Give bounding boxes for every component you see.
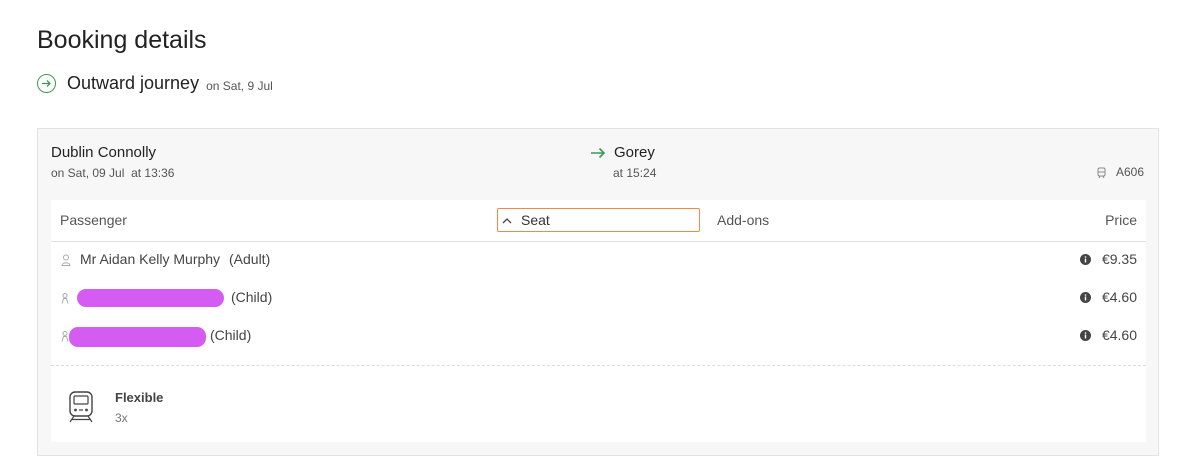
table-header: Passenger Seat Add-ons Price <box>51 200 1146 242</box>
page-title: Booking details <box>37 26 207 54</box>
info-icon[interactable] <box>1080 252 1091 270</box>
info-icon[interactable] <box>1080 290 1091 308</box>
passenger-name: Mr Aidan Kelly Murphy <box>80 251 221 267</box>
origin-time: at 13:36 <box>131 166 175 180</box>
destination-time: at 15:24 <box>613 166 657 180</box>
passenger-price: €4.60 <box>1101 289 1137 305</box>
section-divider <box>51 365 1146 366</box>
fare-name: Flexible <box>115 390 164 405</box>
passenger-price: €9.35 <box>1101 251 1137 267</box>
fare-quantity: 3x <box>115 411 128 425</box>
passenger-row: Mr Aidan Kelly Murphy (Adult) €9.35 <box>51 241 1146 279</box>
arrow-circle-icon <box>37 74 56 93</box>
passenger-header: Passenger <box>60 212 127 228</box>
passenger-type: (Child) <box>231 289 273 305</box>
info-icon[interactable] <box>1080 328 1091 346</box>
passenger-type: (Adult) <box>229 251 271 267</box>
passenger-table: Passenger Seat Add-ons Price Mr Aidan Ke… <box>51 200 1146 442</box>
arrow-right-icon <box>590 146 606 164</box>
redacted-name <box>69 327 206 347</box>
origin-station: Dublin Connolly <box>51 144 157 161</box>
journey-header: Outward journey on Sat, 9 Jul <box>37 73 273 94</box>
origin-datetime: on Sat, 09 Jul at 13:36 <box>51 166 174 180</box>
chevron-up-icon <box>502 217 512 224</box>
child-person-icon <box>61 291 69 309</box>
price-header: Price <box>1105 212 1137 228</box>
seat-toggle-button[interactable]: Seat <box>497 208 700 232</box>
child-person-icon <box>61 329 69 347</box>
seat-header: Seat <box>521 212 550 228</box>
journey-title: Outward journey <box>67 73 200 93</box>
train-number: A606 <box>1116 165 1145 179</box>
passenger-price: €4.60 <box>1101 327 1137 343</box>
train-front-icon <box>67 390 95 429</box>
origin-date: on Sat, 09 Jul <box>51 166 125 180</box>
train-icon <box>1097 166 1106 184</box>
redacted-name <box>77 289 224 307</box>
passenger-type: (Child) <box>210 327 252 343</box>
passenger-row: (Child) €4.60 <box>51 279 1146 317</box>
adult-person-icon <box>61 253 71 271</box>
addons-header: Add-ons <box>717 212 770 228</box>
journey-date: on Sat, 9 Jul <box>206 78 273 93</box>
passenger-row: (Child) €4.60 <box>51 317 1146 355</box>
destination-station: Gorey <box>614 144 655 161</box>
journey-card: Dublin Connolly on Sat, 09 Jul at 13:36 … <box>37 128 1159 456</box>
